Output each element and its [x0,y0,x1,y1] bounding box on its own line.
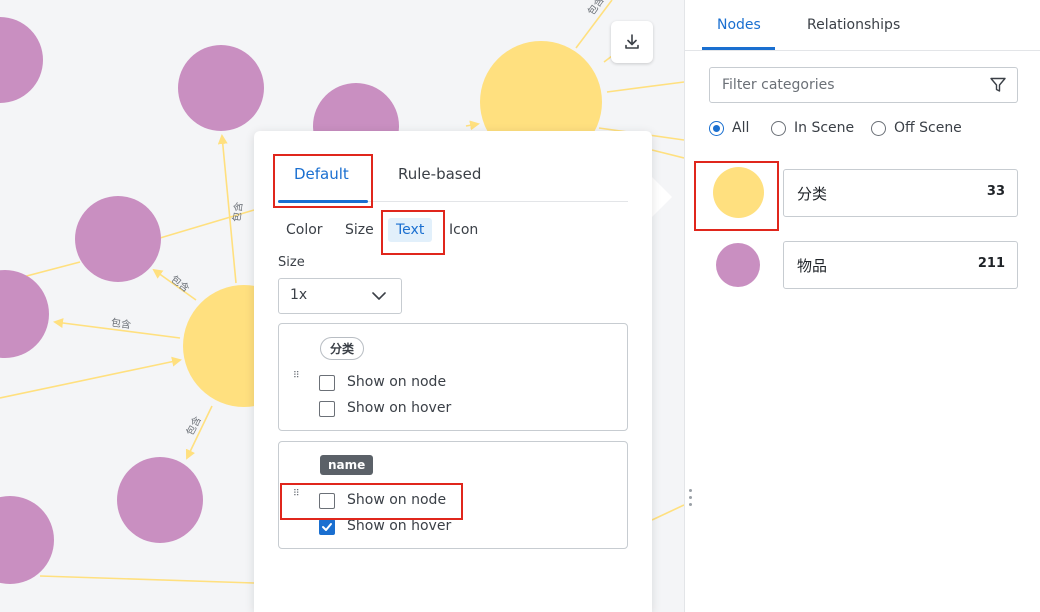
category-item[interactable]: 分类 33 [783,169,1018,217]
graph-edge[interactable] [0,360,180,398]
category-color-swatch[interactable] [716,243,760,287]
style-popover: Default Rule-based Color Size Text Icon … [254,131,652,612]
edge-label: 包含 [230,201,246,223]
show-on-node-label: Show on node [347,492,446,508]
graph-node-item[interactable] [0,496,54,584]
tab-nodes[interactable]: Nodes [717,17,761,33]
show-on-node-checkbox[interactable] [319,493,335,509]
show-on-hover-checkbox[interactable] [319,401,335,417]
edge-label: 包含 [585,0,607,18]
show-on-hover-label: Show on hover [347,400,451,416]
filter-icon[interactable] [989,76,1007,94]
chevron-down-icon [371,288,387,304]
category-name: 物品 [797,255,827,276]
graph-node-item[interactable] [117,457,203,543]
subtab-color[interactable]: Color [286,222,323,238]
graph-edge[interactable] [466,124,478,126]
category-name: 分类 [797,183,827,204]
graph-node-item[interactable] [0,270,49,358]
subtab-size[interactable]: Size [345,222,374,238]
category-count: 211 [978,256,1005,271]
legend-panel: Nodes Relationships All In Scene Off Sce… [684,0,1040,612]
panel-tabs: Nodes Relationships [685,0,1040,51]
show-on-hover-checkbox[interactable] [319,519,335,535]
subtab-text[interactable]: Text [388,218,432,242]
show-on-node-checkbox[interactable] [319,375,335,391]
download-button[interactable] [611,21,653,63]
drag-handle-icon[interactable]: ⠿ [293,492,299,497]
graph-edge[interactable] [40,576,254,583]
download-icon [623,33,641,51]
text-size-value: 1x [290,287,307,303]
scope-in-scene-label: In Scene [794,120,854,136]
active-tab-indicator [702,47,775,50]
scope-off-scene-label: Off Scene [894,120,962,136]
active-tab-indicator [278,200,368,203]
graph-edge[interactable] [607,82,684,92]
size-label: Size [278,255,305,270]
tab-default[interactable]: Default [294,165,349,183]
checkmark-icon [321,521,333,533]
text-size-select[interactable]: 1x [278,278,402,314]
panel-resize-handle[interactable] [689,489,693,511]
property-card-category: 分类 ⠿ Show on node Show on hover [278,323,628,431]
tab-rule-based[interactable]: Rule-based [398,165,481,183]
property-chip: name [320,455,373,475]
show-on-hover-label: Show on hover [347,518,451,534]
category-item[interactable]: 物品 211 [783,241,1018,289]
style-tabs: Default Rule-based [278,155,628,202]
graph-node-item[interactable] [178,45,264,131]
edge-label: 包含 [168,272,192,295]
tab-relationships[interactable]: Relationships [807,17,900,33]
graph-edge[interactable] [652,150,684,158]
graph-edge[interactable] [652,505,684,520]
graph-node-item[interactable] [75,196,161,282]
scope-all-label: All [732,120,749,136]
category-color-swatch[interactable] [713,167,764,218]
edge-label: 包含 [110,316,132,332]
property-chip: 分类 [320,337,364,360]
property-card-name: name ⠿ Show on node Show on hover [278,441,628,549]
scope-all-radio[interactable] [709,121,724,136]
subtab-icon[interactable]: Icon [449,222,478,238]
category-count: 33 [987,184,1005,199]
filter-box[interactable] [709,67,1018,103]
popover-arrow [650,175,672,219]
scope-in-scene-radio[interactable] [771,121,786,136]
edge-label: 包含 [183,414,204,438]
graph-node-item[interactable] [0,17,43,103]
filter-categories-input[interactable] [722,68,972,102]
show-on-node-label: Show on node [347,374,446,390]
drag-handle-icon[interactable]: ⠿ [293,374,299,379]
scope-off-scene-radio[interactable] [871,121,886,136]
